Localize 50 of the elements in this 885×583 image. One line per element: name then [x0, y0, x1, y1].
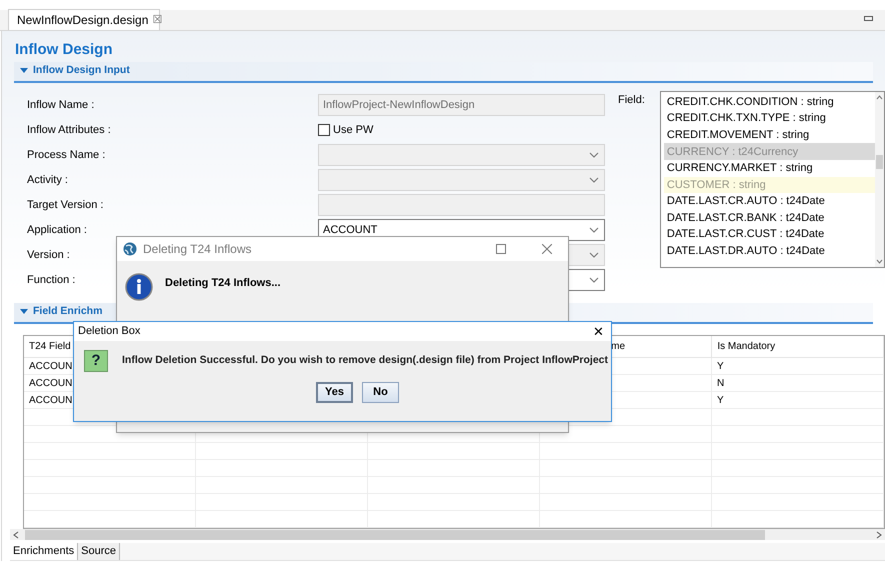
field-label: Target Version :	[27, 198, 104, 211]
scrollbar-thumb[interactable]	[25, 530, 765, 540]
table-cell: Y	[712, 358, 884, 374]
field-label: Inflow Name :	[27, 98, 94, 111]
page-title: Inflow Design	[14, 40, 114, 60]
close-icon[interactable]	[542, 244, 552, 254]
question-icon: ?	[84, 350, 108, 372]
info-icon	[125, 273, 153, 301]
scroll-down-icon[interactable]	[876, 258, 883, 264]
table-cell: N	[712, 375, 884, 392]
table-cell: Y	[712, 392, 884, 408]
field-list-item[interactable]: DATE.LAST.CR.BANK : t24Date	[664, 210, 875, 226]
dialog-message: Deleting T24 Inflows...	[165, 276, 281, 291]
scroll-right-icon[interactable]	[876, 530, 882, 539]
field-list-item[interactable]: CURRENCY.MARKET : string	[664, 160, 875, 177]
dialog-title: Deleting T24 Inflows	[143, 241, 253, 258]
field-label: Process Name :	[27, 148, 106, 161]
minimize-icon[interactable]	[864, 16, 873, 22]
field-label: Field:	[618, 92, 645, 106]
globe-icon	[123, 242, 137, 256]
field-list-item[interactable]: DATE.LAST.CR.AUTO : t24Date	[664, 193, 875, 210]
field-label: Function :	[27, 274, 76, 286]
field-list-item[interactable]: CREDIT.CHK.CONDITION : string	[664, 94, 875, 110]
dialog-button[interactable]: Yes	[316, 382, 353, 403]
field-label: Application :	[27, 224, 87, 236]
section-header[interactable]: Inflow Design Input	[14, 62, 873, 83]
field-list-item[interactable]: DATE.LAST.CR.CUST : t24Date	[664, 226, 875, 244]
field-list-item[interactable]: DATE.LAST.DR.AUTO : t24Date	[664, 243, 875, 260]
dialog-title: Deletion Box	[78, 324, 140, 340]
bottom-tab[interactable]: Enrichments	[10, 543, 78, 560]
scrollbar-thumb[interactable]	[876, 154, 883, 169]
field-label: Version :	[27, 248, 70, 261]
field-list-item[interactable]: CREDIT.CHK.TXN.TYPE : string	[664, 110, 875, 127]
caret-icon	[20, 309, 28, 316]
horizontal-scrollbar[interactable]	[10, 529, 885, 540]
column-header[interactable]: Is Mandatory	[712, 336, 884, 358]
bottom-tab[interactable]: Source	[78, 543, 120, 560]
field-list-item[interactable]: CREDIT.MOVEMENT : string	[664, 126, 875, 144]
vertical-scrollbar[interactable]	[875, 92, 884, 267]
editor-tab[interactable]: NewInflowDesign.design ☒	[8, 9, 160, 30]
field-list[interactable]	[660, 90, 885, 268]
scroll-left-icon[interactable]	[13, 530, 19, 539]
use-pw-checkbox[interactable]: Use PW	[318, 119, 374, 142]
close-button[interactable]: ☒	[152, 12, 162, 28]
scroll-up-icon[interactable]	[876, 94, 883, 100]
maximize-icon[interactable]	[496, 244, 506, 254]
field-label: Inflow Attributes :	[27, 124, 111, 136]
caret-icon	[20, 68, 28, 74]
dialog-button[interactable]: No	[362, 382, 399, 403]
field-label: Activity :	[27, 174, 68, 186]
